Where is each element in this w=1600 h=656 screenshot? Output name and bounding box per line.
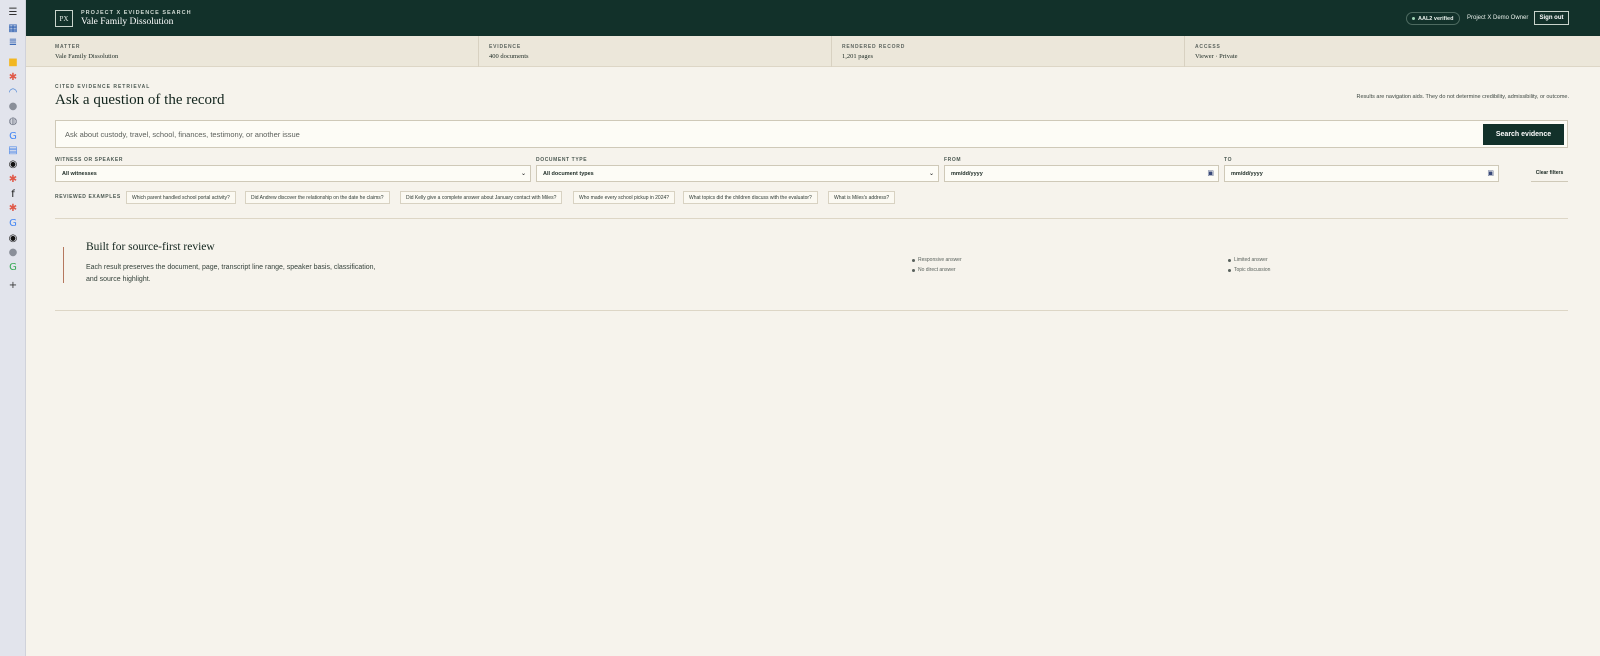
results-disclaimer: Results are navigation aids. They do not… (1356, 94, 1569, 100)
section-divider (55, 218, 1568, 219)
feature-description: Each result preserves the document, page… (86, 264, 376, 283)
example-chip[interactable]: What is Miles's address? (828, 191, 896, 204)
legend-label: Topic discussion (1234, 267, 1271, 273)
app-grey-2-icon[interactable]: ● (7, 247, 19, 259)
example-chip[interactable]: Who made every school pickup in 2024? (573, 191, 676, 204)
document-type-select[interactable]: All document types ⌄ (536, 165, 939, 182)
to-date-value: mm/dd/yyyy (1231, 170, 1263, 177)
chevron-down-icon: ⌄ (928, 170, 934, 177)
app-header: PX PROJECT X EVIDENCE SEARCH Vale Family… (26, 0, 1600, 36)
app: PX PROJECT X EVIDENCE SEARCH Vale Family… (26, 0, 1600, 656)
google-icon[interactable]: G (7, 131, 19, 143)
verification-badge-label: AAL2 verified (1418, 15, 1454, 22)
bullet-icon (912, 268, 915, 272)
chevron-down-icon: ⌄ (520, 170, 526, 177)
from-date-label: FROM (944, 157, 962, 163)
witness-filter-label: WITNESS OR SPEAKER (55, 157, 124, 163)
sign-out-button[interactable]: Sign out (1534, 11, 1569, 25)
examples-label: REVIEWED EXAMPLES (55, 194, 121, 200)
summary-matter: MATTER Vale Family Dissolution (26, 36, 479, 67)
document-type-select-value: All document types (543, 170, 594, 177)
bullet-icon (1228, 258, 1231, 262)
summary-access: ACCESS Viewer · Private (1185, 36, 1600, 67)
witness-select[interactable]: All witnesses ⌄ (55, 165, 531, 182)
matter-summary-bar: MATTER Vale Family Dissolution EVIDENCE … (26, 36, 1600, 67)
matter-title: Vale Family Dissolution (81, 17, 174, 27)
evidence-search-input[interactable] (56, 121, 1446, 147)
app-black-icon[interactable]: f (7, 189, 19, 201)
to-date-input[interactable]: mm/dd/yyyy ▣ (1224, 165, 1499, 182)
folder-icon[interactable]: ■ (7, 57, 19, 69)
legend-limited-answer: Limited answer (1228, 257, 1268, 263)
doctype-filter-label: DOCUMENT TYPE (536, 157, 588, 163)
legend-responsive-answer: Responsive answer (912, 257, 962, 263)
page-title: Ask a question of the record (55, 92, 225, 108)
clear-filters-button[interactable]: Clear filters (1531, 165, 1568, 182)
user-name: Project X Demo Owner (1467, 15, 1529, 21)
example-chip[interactable]: Did Andrew discover the relationship on … (245, 191, 390, 204)
logo: PX (55, 10, 73, 27)
calendar-icon[interactable]: ▣ (1207, 169, 1214, 177)
app-red-icon[interactable]: ✱ (7, 72, 19, 84)
app-dark-2-icon[interactable]: ◉ (7, 233, 19, 245)
from-date-value: mm/dd/yyyy (951, 170, 983, 177)
summary-label: RENDERED RECORD (842, 44, 906, 50)
app-blue-arc-icon[interactable]: ◠ (7, 87, 19, 99)
search-evidence-button[interactable]: Search evidence (1483, 124, 1564, 145)
verification-badge: AAL2 verified (1406, 12, 1461, 25)
bullet-icon (912, 258, 915, 262)
summary-value: 1,201 pages (842, 53, 874, 60)
summary-value: 400 documents (489, 53, 529, 60)
legend-label: Responsive answer (918, 257, 962, 263)
feature-title: Built for source-first review (86, 241, 215, 253)
summary-rendered-record: RENDERED RECORD 1,201 pages (832, 36, 1185, 67)
tabs-grid-icon[interactable]: ▦ (7, 23, 19, 35)
app-globe-icon[interactable]: ◍ (7, 116, 19, 128)
legend-label: Limited answer (1234, 257, 1268, 263)
summary-label: MATTER (55, 44, 81, 50)
witness-select-value: All witnesses (62, 170, 97, 177)
legend-no-direct-answer: No direct answer (912, 267, 956, 273)
app-red-3-icon[interactable]: ✱ (7, 203, 19, 215)
summary-value: Viewer · Private (1195, 53, 1238, 60)
legend-label: No direct answer (918, 267, 956, 273)
example-chip[interactable]: Which parent handled school portal activ… (126, 191, 236, 204)
add-tab-icon[interactable]: + (7, 280, 19, 292)
summary-label: EVIDENCE (489, 44, 521, 50)
app-red-2-icon[interactable]: ✱ (7, 174, 19, 186)
sidebar-toggle-icon[interactable]: ☰ (7, 7, 19, 19)
to-date-label: TO (1224, 157, 1233, 163)
browser-sidebar: ☰ ▦ ≣ ■ ✱ ◠ ● ◍ G ▤ ◉ ✱ f ✱ G ◉ ● G + (0, 0, 26, 656)
search-bar: Search evidence (55, 120, 1568, 148)
summary-value: Vale Family Dissolution (55, 53, 119, 60)
verified-dot-icon (1412, 17, 1415, 20)
section-divider (55, 310, 1568, 311)
from-date-input[interactable]: mm/dd/yyyy ▣ (944, 165, 1219, 182)
summary-label: ACCESS (1195, 44, 1221, 50)
bullet-icon (1228, 268, 1231, 272)
summary-evidence: EVIDENCE 400 documents (479, 36, 832, 67)
google-2-icon[interactable]: G (7, 218, 19, 230)
calendar-icon[interactable]: ▣ (1487, 169, 1494, 177)
accent-rule (63, 247, 64, 283)
reading-list-icon[interactable]: ≣ (7, 37, 19, 49)
brand-kicker: PROJECT X EVIDENCE SEARCH (81, 10, 192, 16)
app-dark-icon[interactable]: ◉ (7, 159, 19, 171)
google-3-icon[interactable]: G (7, 262, 19, 274)
app-grey-icon[interactable]: ● (7, 101, 19, 113)
example-chip[interactable]: What topics did the children discuss wit… (683, 191, 818, 204)
example-chip[interactable]: Did Kelly give a complete answer about J… (400, 191, 563, 204)
legend-topic-discussion: Topic discussion (1228, 267, 1270, 273)
section-kicker: CITED EVIDENCE RETRIEVAL (55, 84, 151, 90)
docs-icon[interactable]: ▤ (7, 145, 19, 157)
